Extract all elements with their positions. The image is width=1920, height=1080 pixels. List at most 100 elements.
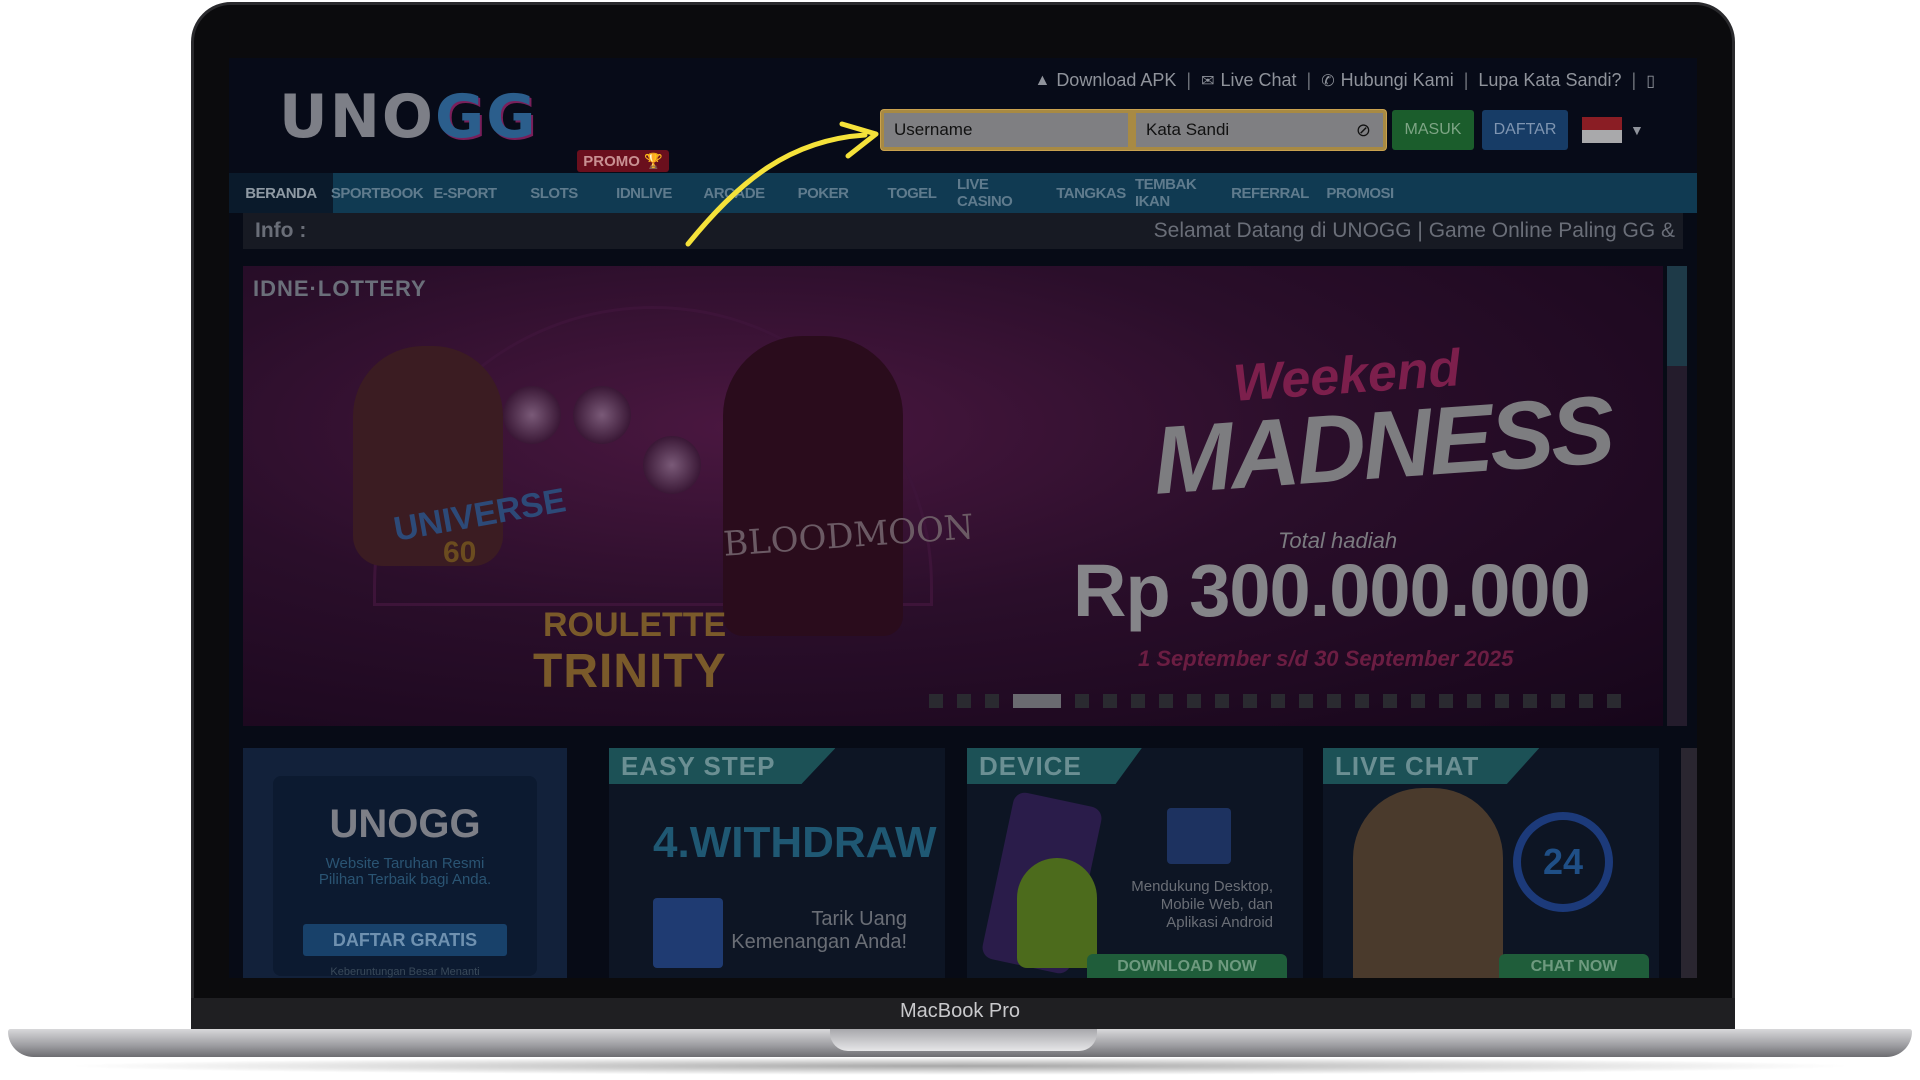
nav-tangkas[interactable]: TANGKAS <box>1047 173 1135 213</box>
slider-pagination <box>929 694 1621 708</box>
chat-icon: ✉ <box>1201 72 1215 90</box>
download-apk-link[interactable]: ▲ Download APK <box>1034 70 1176 91</box>
password-input[interactable]: Kata Sandi ⊘ <box>1136 113 1383 147</box>
android-mascot-icon <box>1017 858 1097 968</box>
slider-dot[interactable] <box>1327 694 1341 708</box>
slider-dot[interactable] <box>1075 694 1089 708</box>
download-now-button[interactable]: DOWNLOAD NOW <box>1087 954 1287 978</box>
side-thumb <box>1667 266 1687 366</box>
slider-dot[interactable] <box>1013 694 1061 708</box>
nav-live-casino[interactable]: LIVE CASINO <box>957 173 1047 213</box>
live-chat-tab: LIVE CHAT <box>1323 748 1540 784</box>
slider-dot[interactable] <box>1355 694 1369 708</box>
chevron-down-icon[interactable]: ▼ <box>1630 122 1644 138</box>
device-tab: DEVICE <box>967 748 1142 784</box>
link-separator: | <box>1186 70 1192 90</box>
top-links: ▲ Download APK | ✉ Live Chat | ✆ Hubungi… <box>1034 70 1655 91</box>
device-card[interactable]: DEVICE Mendukung Desktop, Mobile Web, da… <box>967 748 1303 978</box>
info-ticker: Info : Selamat Datang di UNOGG | Game On… <box>243 213 1683 249</box>
nav-togel[interactable]: TOGEL <box>867 173 957 213</box>
nav-idnlive[interactable]: IDNLIVE <box>599 173 689 213</box>
laptop-shadow <box>60 1057 1860 1075</box>
contact-label: Hubungi Kami <box>1340 70 1454 90</box>
laptop-model-label: MacBook Pro <box>899 1000 1021 1022</box>
brand-card-logo: UNOGG <box>329 802 481 846</box>
withdraw-description: Tarik Uang Kemenangan Anda! <box>731 908 907 954</box>
promo-banner[interactable]: IDNE·LOTTERY UNIVERSE 60 BLOODMOON ROULE… <box>243 266 1663 726</box>
slider-dot[interactable] <box>1551 694 1565 708</box>
nav-esport[interactable]: E-SPORT <box>421 173 509 213</box>
brand-card-inner: UNOGG Website Taruhan Resmi Pilihan Terb… <box>273 776 537 978</box>
banner-prize-amount: Rp 300.000.000 <box>1073 549 1591 632</box>
forgot-password-label: Lupa Kata Sandi? <box>1478 70 1622 90</box>
forgot-password-link[interactable]: Lupa Kata Sandi? <box>1478 70 1621 91</box>
slider-dot[interactable] <box>1103 694 1117 708</box>
login-button[interactable]: MASUK <box>1392 110 1474 150</box>
slider-dot[interactable] <box>1159 694 1173 708</box>
next-card-edge <box>1681 748 1697 978</box>
live-chat-link[interactable]: ✉ Live Chat <box>1201 70 1296 91</box>
slider-dot[interactable] <box>929 694 943 708</box>
brand-card-footer: Keberuntungan Besar Menanti <box>330 966 480 978</box>
slider-dot[interactable] <box>1243 694 1257 708</box>
info-label: Info : <box>255 219 307 242</box>
nav-tembak-ikan[interactable]: TEMBAK IKAN <box>1135 173 1227 213</box>
slider-dot[interactable] <box>1579 694 1593 708</box>
site-header: UNOGG ▲ Download APK | ✉ Live Chat | ✆ H… <box>229 58 1697 173</box>
slider-dot[interactable] <box>1299 694 1313 708</box>
daftar-gratis-button[interactable]: DAFTAR GRATIS <box>303 924 507 956</box>
nav-referral[interactable]: REFERRAL <box>1227 173 1313 213</box>
slider-dot[interactable] <box>957 694 971 708</box>
chat-now-button[interactable]: CHAT NOW <box>1499 954 1649 978</box>
nav-beranda[interactable]: BERANDA <box>229 173 333 213</box>
nav-slots[interactable]: SLOTS <box>509 173 599 213</box>
slider-dot[interactable] <box>1439 694 1453 708</box>
slider-dot[interactable] <box>1523 694 1537 708</box>
easy-step-tab: EASY STEP <box>609 748 836 784</box>
universe-game-number: 60 <box>443 536 477 569</box>
slider-dot[interactable] <box>1467 694 1481 708</box>
support-agent-image <box>1353 788 1503 978</box>
roulette-title: ROULETTE <box>543 606 727 644</box>
slider-dot[interactable] <box>1383 694 1397 708</box>
download-apk-label: Download APK <box>1056 70 1177 90</box>
slider-dot[interactable] <box>1271 694 1285 708</box>
withdraw-line-1: Tarik Uang <box>811 908 907 930</box>
slider-dot[interactable] <box>1215 694 1229 708</box>
slider-dot[interactable] <box>1187 694 1201 708</box>
withdraw-icon <box>653 898 723 968</box>
live-chat-card[interactable]: LIVE CHAT 24 CHAT NOW <box>1323 748 1659 978</box>
eye-slash-icon[interactable]: ⊘ <box>1356 120 1371 141</box>
slider-dot[interactable] <box>1495 694 1509 708</box>
nav-poker[interactable]: POKER <box>779 173 867 213</box>
link-separator: | <box>1306 70 1312 90</box>
promo-badge: PROMO 🏆 <box>577 150 669 172</box>
nav-promosi[interactable]: PROMOSI <box>1313 173 1407 213</box>
nav-sportbook[interactable]: SPORTBOOK <box>331 173 424 213</box>
username-placeholder: Username <box>894 120 973 139</box>
contact-link[interactable]: ✆ Hubungi Kami <box>1321 70 1453 91</box>
mobile-icon[interactable]: ▯ <box>1646 71 1655 91</box>
slider-dot[interactable] <box>1131 694 1145 708</box>
slider-dot[interactable] <box>985 694 999 708</box>
logo-main: UNO <box>279 82 435 152</box>
easy-step-card[interactable]: EASY STEP 4.WITHDRAW Tarik Uang Kemenang… <box>609 748 945 978</box>
link-separator: | <box>1631 70 1637 90</box>
register-button[interactable]: DAFTAR <box>1482 110 1568 150</box>
phone-icon: ✆ <box>1321 72 1335 90</box>
site-logo[interactable]: UNOGG <box>279 82 537 152</box>
nav-arcade[interactable]: ARCADE <box>689 173 779 213</box>
browser-screen: UNOGG ▲ Download APK | ✉ Live Chat | ✆ H… <box>229 58 1697 978</box>
indonesia-flag-icon[interactable] <box>1582 117 1622 143</box>
device-line-3: Aplikasi Android <box>1166 914 1273 931</box>
live-chat-label: Live Chat <box>1220 70 1297 90</box>
slider-dot[interactable] <box>1411 694 1425 708</box>
username-input[interactable]: Username <box>884 113 1128 147</box>
main-nav: BERANDA SPORTBOOK E-SPORT SLOTS IDNLIVE … <box>229 173 1697 213</box>
password-placeholder: Kata Sandi <box>1146 120 1230 139</box>
device-line-2: Mobile Web, dan <box>1160 896 1273 913</box>
tagline-line-2: Pilihan Terbaik bagi Anda. <box>318 871 492 888</box>
slider-dot[interactable] <box>1607 694 1621 708</box>
brand-card: UNOGG Website Taruhan Resmi Pilihan Terb… <box>243 748 567 978</box>
login-fields-highlight: Username Kata Sandi ⊘ <box>881 110 1386 150</box>
